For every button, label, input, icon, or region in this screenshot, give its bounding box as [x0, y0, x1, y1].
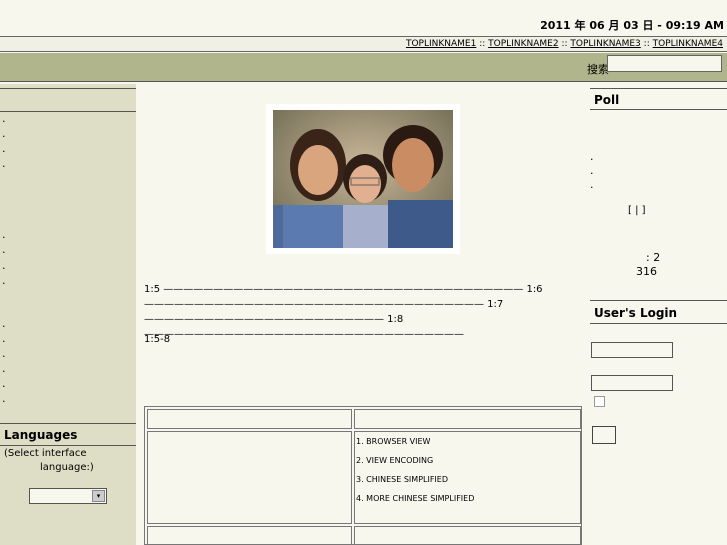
- toplink-2[interactable]: TOPLINKNAME2: [488, 39, 558, 49]
- step-item: 1. BROWSER VIEW: [356, 437, 431, 446]
- poll-option[interactable]: [590, 167, 598, 180]
- table-cell: [354, 526, 581, 545]
- left-menu-item[interactable]: [2, 130, 10, 143]
- stat-line-2: 316: [636, 265, 657, 278]
- login-title: User's Login: [594, 306, 678, 320]
- date-display: 2011 年 06 月 03 日 - 09:19 AM: [540, 19, 724, 32]
- left-menu-item[interactable]: [2, 160, 10, 173]
- stat-value-2: 316: [636, 265, 657, 278]
- toplink-sep: ::: [479, 39, 486, 49]
- encoding-help-table: 1. BROWSER VIEW 2. VIEW ENCODING 3. CHIN…: [144, 406, 582, 545]
- search-input[interactable]: [607, 55, 722, 72]
- left-menu-item[interactable]: [2, 365, 10, 378]
- search-bar: 搜索: [0, 53, 727, 82]
- poll-option[interactable]: [590, 153, 598, 166]
- top-links-bar: TOPLINKNAME1 :: TOPLINKNAME2 :: TOPLINKN…: [0, 36, 727, 52]
- scripture-paragraph: 1:5 ————————————————————————————————————…: [144, 284, 543, 340]
- header: 2011 年 06 月 03 日 - 09:19 AM: [0, 0, 727, 36]
- poll-title: Poll: [594, 93, 620, 107]
- step-item: 4. MORE CHINESE SIMPLIFIED: [356, 494, 475, 503]
- left-menu-item[interactable]: [2, 262, 10, 275]
- chevron-down-icon: ▾: [92, 490, 105, 502]
- main-content: 1:5 ————————————————————————————————————…: [136, 84, 588, 545]
- toplink-4[interactable]: TOPLINKNAME4: [653, 39, 723, 49]
- table-header-cell: [147, 409, 352, 429]
- left-menu-item[interactable]: [2, 145, 10, 158]
- login-button[interactable]: [592, 426, 616, 444]
- left-menu-item[interactable]: [2, 231, 10, 244]
- left-menu-item[interactable]: [2, 380, 10, 393]
- divider: [590, 300, 727, 301]
- left-sidebar: Languages (Select interface language:) ▾: [0, 84, 136, 545]
- left-menu-item[interactable]: [2, 320, 10, 333]
- divider: [0, 111, 136, 112]
- divider: [590, 323, 727, 324]
- divider: [0, 88, 136, 89]
- stat-line-1: : 2: [646, 251, 661, 264]
- table-header-cell: [354, 409, 581, 429]
- table-cell-steps: 1. BROWSER VIEW 2. VIEW ENCODING 3. CHIN…: [354, 431, 581, 524]
- username-field[interactable]: [591, 342, 673, 358]
- right-sidebar: Poll [ | ] : 2 316 User's Login: [588, 84, 727, 545]
- table-cell: [147, 431, 352, 524]
- divider: [590, 88, 727, 89]
- languages-prompt-line2: language:): [40, 462, 94, 473]
- toplink-1[interactable]: TOPLINKNAME1: [406, 39, 476, 49]
- family-photo: [266, 104, 460, 254]
- languages-prompt: (Select interface: [4, 448, 87, 459]
- divider: [0, 423, 136, 424]
- toplink-3[interactable]: TOPLINKNAME3: [570, 39, 640, 49]
- search-label: 搜索: [587, 63, 609, 76]
- stat-value-1: 2: [653, 251, 661, 264]
- left-menu-item[interactable]: [2, 246, 10, 259]
- left-menu-item[interactable]: [2, 277, 10, 290]
- divider: [590, 109, 727, 110]
- languages-title: Languages: [4, 428, 78, 442]
- toplink-sep: ::: [561, 39, 568, 49]
- scripture-reference: 1:5-8: [144, 334, 171, 345]
- step-item: 2. VIEW ENCODING: [356, 456, 434, 465]
- password-field[interactable]: [591, 375, 673, 391]
- left-menu-item[interactable]: [2, 115, 10, 128]
- remember-checkbox[interactable]: [594, 396, 605, 407]
- poll-actions: [ | ]: [628, 205, 646, 216]
- left-menu-item[interactable]: [2, 350, 10, 363]
- table-cell: [147, 526, 352, 545]
- left-menu-item[interactable]: [2, 395, 10, 408]
- divider: [0, 445, 136, 446]
- toplink-sep: ::: [643, 39, 650, 49]
- language-select[interactable]: ▾: [29, 488, 107, 504]
- step-item: 3. CHINESE SIMPLIFIED: [356, 475, 449, 484]
- left-menu-item[interactable]: [2, 335, 10, 348]
- poll-option[interactable]: [590, 181, 598, 194]
